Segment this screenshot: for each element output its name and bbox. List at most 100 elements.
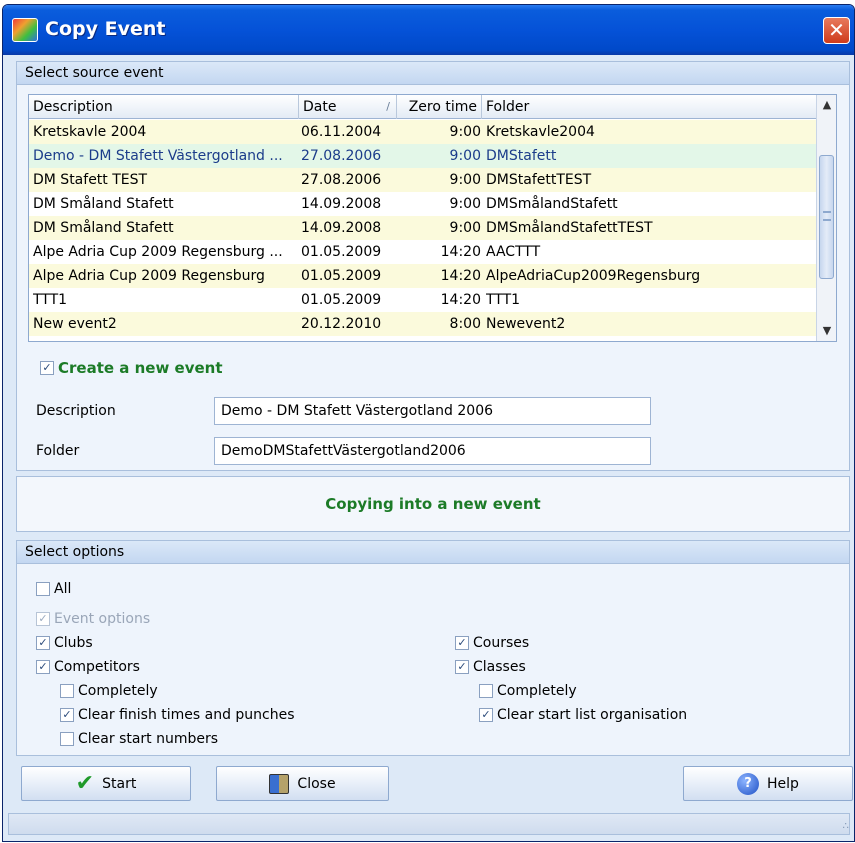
table-row[interactable]: TTT1 01.05.2009 14:20 TTT1 xyxy=(29,288,817,312)
clubs-check-icon[interactable]: ✓ xyxy=(36,636,50,650)
competitors-check-icon[interactable]: ✓ xyxy=(36,660,50,674)
column-date-label: Date xyxy=(303,99,337,115)
checkmark-icon: ✔ xyxy=(75,770,95,796)
create-new-event-label: Create a new event xyxy=(58,359,223,377)
help-icon: ? xyxy=(737,772,760,795)
title-bar: Copy Event ✕ xyxy=(3,5,854,55)
folder-label: Folder xyxy=(36,443,80,459)
row-zero-time: 9:00 xyxy=(449,196,481,212)
row-zero-time: 14:20 xyxy=(440,244,481,260)
courses-label: Courses xyxy=(473,635,530,651)
table-row[interactable]: DM Småland Stafett 14.09.2008 9:00 DMSmålan… xyxy=(29,216,817,240)
row-zero-time: 9:00 xyxy=(449,124,481,140)
row-folder: Kretskavle2004 xyxy=(486,124,595,140)
row-zero-time: 8:00 xyxy=(449,316,481,332)
table-row[interactable]: Kretskavle 2004 06.11.2004 9:00 Kretskavle2… xyxy=(29,120,817,144)
description-input[interactable]: Demo - DM Stafett Västergotland 2006 xyxy=(214,397,651,425)
column-folder[interactable]: Folder xyxy=(482,95,817,119)
close-button[interactable]: Close xyxy=(216,766,389,801)
competitors-completely-check-box[interactable] xyxy=(60,684,74,698)
row-description: Demo - DM Stafett Västergotland ... xyxy=(33,148,283,164)
row-date: 01.05.2009 xyxy=(301,244,382,260)
close-button-label: Close xyxy=(297,775,336,792)
row-description: DM Småland Stafett xyxy=(33,196,174,212)
row-folder: AACTTT xyxy=(486,244,541,260)
row-folder: DMStafett xyxy=(486,148,557,164)
scroll-up-icon[interactable]: ▲ xyxy=(817,95,836,115)
column-description[interactable]: Description xyxy=(29,95,299,119)
clear-finish-check-icon[interactable]: ✓ xyxy=(60,708,74,722)
close-window-button[interactable]: ✕ xyxy=(823,17,850,44)
row-description: DM Småland Stafett xyxy=(33,220,174,236)
scroll-down-icon[interactable]: ▼ xyxy=(817,321,836,341)
clubs-checkbox[interactable]: ✓ Clubs xyxy=(36,635,93,651)
row-date: 27.08.2006 xyxy=(301,148,382,164)
resize-grip-icon[interactable]: ∴ xyxy=(843,821,850,832)
scroll-grip-icon xyxy=(823,211,831,221)
classes-completely-label: Completely xyxy=(497,683,577,699)
row-folder: DMStafettTEST xyxy=(486,172,592,188)
row-zero-time: 9:00 xyxy=(449,148,481,164)
courses-check-icon[interactable]: ✓ xyxy=(455,636,469,650)
clubs-label: Clubs xyxy=(54,635,93,651)
app-icon xyxy=(12,18,38,42)
clear-start-list-checkbox[interactable]: ✓ Clear start list organisation xyxy=(479,707,687,723)
clear-finish-checkbox[interactable]: ✓ Clear finish times and punches xyxy=(60,707,295,723)
table-row[interactable]: Alpe Adria Cup 2009 Regensburg ... 01.05.… xyxy=(29,240,817,264)
competitors-completely-checkbox[interactable]: Completely xyxy=(60,683,158,699)
row-date: 27.08.2006 xyxy=(301,172,382,188)
table-row[interactable]: DM Småland Stafett 14.09.2008 9:00 DMSmålan… xyxy=(29,192,817,216)
row-description: Kretskavle 2004 xyxy=(33,124,147,140)
all-checkbox[interactable]: All xyxy=(36,581,71,597)
clear-start-list-check-icon[interactable]: ✓ xyxy=(479,708,493,722)
event-options-check-icon: ✓ xyxy=(36,612,50,626)
competitors-completely-label: Completely xyxy=(78,683,158,699)
clear-start-numbers-checkbox[interactable]: Clear start numbers xyxy=(60,731,218,747)
status-message: Copying into a new event xyxy=(16,476,850,532)
courses-checkbox[interactable]: ✓ Courses xyxy=(455,635,529,651)
table-row[interactable]: Alpe Adria Cup 2009 Regensburg 01.05.2009… xyxy=(29,264,817,288)
row-date: 01.05.2009 xyxy=(301,268,382,284)
competitors-checkbox[interactable]: ✓ Competitors xyxy=(36,659,140,675)
status-bar: ∴ xyxy=(8,813,850,835)
clear-finish-label: Clear finish times and punches xyxy=(78,707,295,723)
clear-start-numbers-label: Clear start numbers xyxy=(78,731,219,747)
start-button-label: Start xyxy=(102,775,137,792)
row-description: TTT1 xyxy=(33,292,68,308)
classes-checkbox[interactable]: ✓ Classes xyxy=(455,659,526,675)
row-description: DM Stafett TEST xyxy=(33,172,148,188)
start-button[interactable]: ✔ Start xyxy=(21,766,191,801)
row-description: New event2 xyxy=(33,316,117,332)
classes-completely-check-box[interactable] xyxy=(479,684,493,698)
classes-check-icon[interactable]: ✓ xyxy=(455,660,469,674)
row-zero-time: 9:00 xyxy=(449,220,481,236)
close-door-icon xyxy=(269,773,290,794)
competitors-label: Competitors xyxy=(54,659,140,675)
row-date: 20.12.2010 xyxy=(301,316,382,332)
all-check-box[interactable] xyxy=(36,582,50,596)
help-button[interactable]: ? Help xyxy=(683,766,853,801)
description-label: Description xyxy=(36,403,116,419)
row-folder: AlpeAdriaCup2009Regensburg xyxy=(486,268,701,284)
row-zero-time: 14:20 xyxy=(440,292,481,308)
row-folder: DMSmålandStafettTEST xyxy=(486,220,653,236)
row-folder: DMSmålandStafett xyxy=(486,196,618,212)
clear-start-numbers-check-box[interactable] xyxy=(60,732,74,746)
create-new-event-check-icon[interactable]: ✓ xyxy=(40,361,54,375)
column-date[interactable]: Date / xyxy=(299,95,397,119)
event-table[interactable]: Description Date / Zero time Folder Kret… xyxy=(28,94,837,342)
table-row[interactable]: New event2 20.12.2010 8:00 Newevent2 xyxy=(29,312,817,336)
copy-event-dialog: Copy Event ✕ Select source event Descrip… xyxy=(2,4,855,842)
scroll-thumb[interactable] xyxy=(819,155,834,279)
table-scrollbar[interactable]: ▲ ▼ xyxy=(816,95,836,341)
table-row[interactable]: Demo - DM Stafett Västergotland ... 27.08… xyxy=(29,144,817,168)
all-label: All xyxy=(54,581,72,597)
create-new-event-checkbox[interactable]: ✓ Create a new event xyxy=(40,359,223,377)
folder-input[interactable]: DemoDMStafettVästergotland2006 xyxy=(214,437,651,465)
classes-completely-checkbox[interactable]: Completely xyxy=(479,683,577,699)
column-zero-time[interactable]: Zero time xyxy=(397,95,482,119)
row-date: 06.11.2004 xyxy=(301,124,382,140)
row-zero-time: 14:20 xyxy=(440,268,481,284)
source-event-header: Select source event xyxy=(17,62,849,85)
table-row[interactable]: DM Stafett TEST 27.08.2006 9:00 DMStafettTE… xyxy=(29,168,817,192)
